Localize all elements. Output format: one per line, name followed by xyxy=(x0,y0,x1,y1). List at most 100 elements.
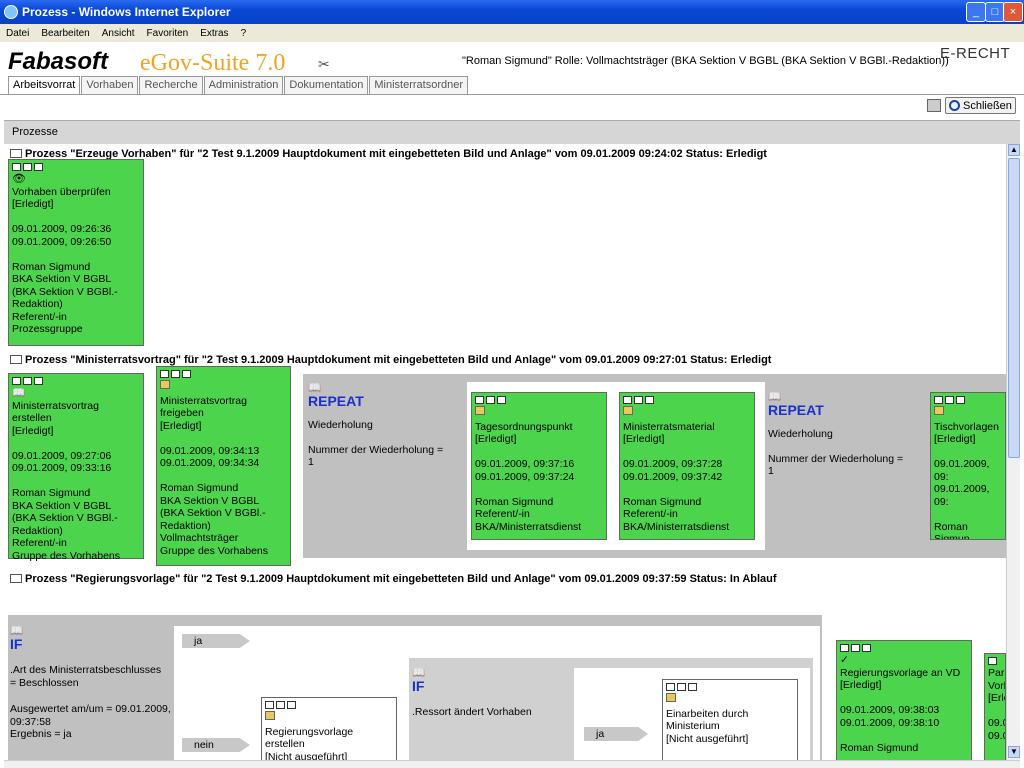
menu-favoriten[interactable]: Favoriten xyxy=(147,28,189,39)
task-text: Ministerratsvortrag freigeben [Erledigt]… xyxy=(160,394,268,557)
task-einarbeiten-ministerium[interactable]: Einarbeiten durch Ministerium [Nicht aus… xyxy=(662,679,798,760)
menu-datei[interactable]: Datei xyxy=(6,28,29,39)
task-ministerratsvortrag-freigeben[interactable]: Ministerratsvortrag freigeben [Erledigt]… xyxy=(156,366,291,566)
close-button-label: Schließen xyxy=(963,99,1012,112)
book-icon[interactable] xyxy=(623,396,632,404)
book-icon xyxy=(10,149,22,158)
process-title-2[interactable]: Prozess "Ministerratsvortrag" für "2 Tes… xyxy=(10,354,771,366)
grid-icon[interactable] xyxy=(851,644,860,652)
horizontal-scrollbar[interactable] xyxy=(4,760,1020,768)
user-info: "Roman Sigmund" Rolle: Vollmachtsträger … xyxy=(462,55,949,67)
task-parlament-vorlage[interactable]: Parl Vorl [Erle 09.0 09.0 xyxy=(984,653,1006,760)
minimize-button[interactable]: _ xyxy=(966,2,986,22)
if-block-1[interactable]: 📖 IF .Art des Ministerratsbeschlusses = … xyxy=(10,625,175,741)
book-icon[interactable] xyxy=(840,644,849,652)
vertical-scrollbar[interactable]: ▲ ▼ xyxy=(1006,144,1020,760)
task-tischvorlagen[interactable]: Tischvorlagen [Erledigt] 09.01.2009, 09:… xyxy=(930,392,1006,540)
eye-icon: 👁 xyxy=(12,173,26,185)
book-icon[interactable] xyxy=(12,377,21,385)
grid-icon[interactable] xyxy=(634,396,643,404)
section-header: Prozesse xyxy=(4,120,1020,144)
window-icon[interactable] xyxy=(956,396,965,404)
close-circle-icon xyxy=(949,100,960,111)
task-ministerratsmaterial[interactable]: Ministerratsmaterial [Erledigt] 09.01.20… xyxy=(619,392,755,540)
window-icon[interactable] xyxy=(862,644,871,652)
tools-icon[interactable]: ✂ xyxy=(318,56,330,73)
repeat-count: Nummer der Wiederholung = 1 xyxy=(308,443,444,469)
maximize-button[interactable]: □ xyxy=(985,2,1005,22)
book-icon xyxy=(10,355,22,364)
task-text: Regierungsvorlage an VD [Erledigt] 09.01… xyxy=(840,666,961,754)
close-button[interactable]: Schließen xyxy=(945,97,1016,114)
grid-icon[interactable] xyxy=(23,377,32,385)
check-icon: ✓ xyxy=(840,654,849,666)
task-text: Tagesordnungspunkt [Erledigt] 09.01.2009… xyxy=(475,420,582,533)
window-icon[interactable] xyxy=(34,377,43,385)
toolbar: Schließen xyxy=(0,95,1024,117)
fabasoft-logo: Fabasoft xyxy=(8,48,109,75)
if-evaluation: Ausgewertet am/um = 09.01.2009, 09:37:58… xyxy=(10,703,171,740)
window-icon[interactable] xyxy=(497,396,506,404)
task-regierungsvorlage-an-vd[interactable]: ✓ Regierungsvorlage an VD [Erledigt] 09.… xyxy=(836,640,972,760)
book-icon: 📖 xyxy=(10,625,24,637)
app-header: Fabasoft eGov-Suite 7.0 ✂ "Roman Sigmund… xyxy=(0,42,1024,94)
tab-administration[interactable]: Administration xyxy=(203,76,284,94)
process-title-3[interactable]: Prozess "Regierungsvorlage" für "2 Test … xyxy=(10,573,777,585)
process-content: Prozess "Erzeuge Vorhaben" für "2 Test 9… xyxy=(4,144,1006,760)
window-icon[interactable] xyxy=(34,163,43,171)
menu-help[interactable]: ? xyxy=(241,28,247,39)
book-small-icon: 📖 xyxy=(12,387,26,399)
note-icon xyxy=(623,406,633,415)
menubar: Datei Bearbeiten Ansicht Favoriten Extra… xyxy=(0,24,1024,42)
suite-logo: eGov-Suite 7.0 xyxy=(140,50,286,76)
tab-ministerratsordner[interactable]: Ministerratsordner xyxy=(369,76,469,94)
tab-recherche[interactable]: Recherche xyxy=(139,76,203,94)
window-icon[interactable] xyxy=(287,701,296,709)
grid-icon[interactable] xyxy=(486,396,495,404)
repeat-keyword: REPEAT xyxy=(768,401,824,418)
window-icon[interactable] xyxy=(688,683,697,691)
task-text: Parl Vorl [Erle 09.0 09.0 xyxy=(988,667,1006,742)
menu-bearbeiten[interactable]: Bearbeiten xyxy=(41,28,89,39)
tab-vorhaben[interactable]: Vorhaben xyxy=(81,76,139,94)
if-keyword: IF xyxy=(412,677,425,694)
grid-icon[interactable] xyxy=(23,163,32,171)
grid-icon[interactable] xyxy=(276,701,285,709)
menu-ansicht[interactable]: Ansicht xyxy=(102,28,135,39)
task-vorhaben-ueberpruefen[interactable]: 👁 Vorhaben überprüfen [Erledigt] 09.01.2… xyxy=(8,159,144,346)
grid-icon[interactable] xyxy=(171,370,180,378)
scroll-up-arrow[interactable]: ▲ xyxy=(1008,144,1020,156)
book-icon[interactable] xyxy=(666,683,675,691)
if-condition: .Ressort ändert Vorhaben xyxy=(412,706,532,718)
task-tagesordnungspunkt[interactable]: Tagesordnungspunkt [Erledigt] 09.01.2009… xyxy=(471,392,607,540)
book-icon[interactable] xyxy=(934,396,943,404)
print-icon[interactable] xyxy=(927,99,941,112)
grid-icon[interactable] xyxy=(945,396,954,404)
branch-no-arrow: nein xyxy=(182,738,250,752)
book-icon[interactable] xyxy=(160,370,169,378)
task-text: Ministerratsmaterial [Erledigt] 09.01.20… xyxy=(623,420,730,533)
task-ministerratsvortrag-erstellen[interactable]: 📖 Ministerratsvortrag erstellen [Erledig… xyxy=(8,373,144,562)
branch-yes-arrow: ja xyxy=(182,634,250,648)
scroll-thumb[interactable] xyxy=(1008,158,1020,458)
window-icon[interactable] xyxy=(645,396,654,404)
repeat-block-2[interactable]: 📖 REPEAT Wiederholung Nummer der Wiederh… xyxy=(768,391,928,478)
branch-yes-arrow-2: ja xyxy=(584,727,648,741)
close-window-button[interactable]: × xyxy=(1003,2,1023,22)
tab-dokumentation[interactable]: Dokumentation xyxy=(284,76,369,94)
book-icon[interactable] xyxy=(988,657,997,665)
tab-arbeitsvorrat[interactable]: Arbeitsvorrat xyxy=(8,76,81,94)
book-icon[interactable] xyxy=(265,701,274,709)
grid-icon[interactable] xyxy=(677,683,686,691)
repeat-keyword: REPEAT xyxy=(308,392,364,409)
if-block-2[interactable]: 📖 IF .Ressort ändert Vorhaben xyxy=(412,667,572,719)
scroll-down-arrow[interactable]: ▼ xyxy=(1008,746,1020,758)
book-icon[interactable] xyxy=(12,163,21,171)
task-regierungsvorlage-erstellen[interactable]: Regierungsvorlage erstellen [Nicht ausge… xyxy=(261,697,397,760)
menu-extras[interactable]: Extras xyxy=(200,28,228,39)
pencil-icon xyxy=(265,711,275,720)
window-icon[interactable] xyxy=(182,370,191,378)
repeat-block-1[interactable]: 📖 REPEAT Wiederholung Nummer der Wiederh… xyxy=(308,382,468,469)
book-icon[interactable] xyxy=(475,396,484,404)
ie-icon xyxy=(4,5,18,19)
